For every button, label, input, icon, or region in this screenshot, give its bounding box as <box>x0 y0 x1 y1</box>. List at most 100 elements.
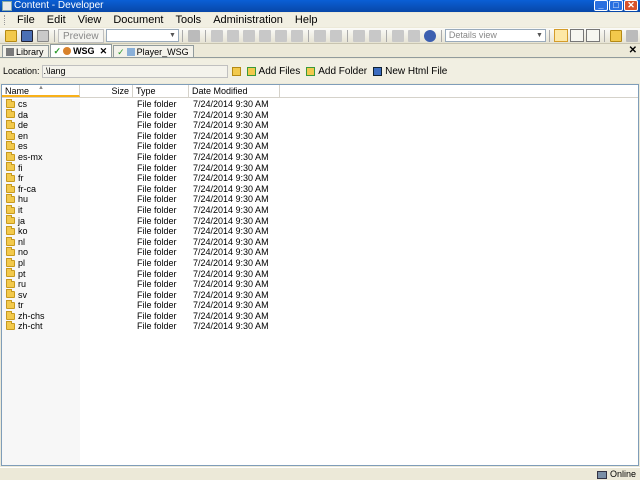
folder-icon <box>6 247 15 257</box>
file-name-cell[interactable]: da <box>2 109 80 121</box>
column-header-type[interactable]: Type <box>133 85 189 97</box>
app-icon[interactable] <box>2 1 12 11</box>
file-name-cell[interactable]: zh-chs <box>2 310 80 322</box>
tab-player-wsg[interactable]: ✓ Player_WSG <box>113 45 194 57</box>
column-header-date-modified[interactable]: Date Modified <box>189 85 280 97</box>
up-folder-icon[interactable] <box>610 29 622 42</box>
table-row[interactable]: cs File folder 7/24/2014 9:30 AM <box>2 98 638 110</box>
column-header-name[interactable]: ▲ Name <box>2 85 80 97</box>
close-all-tabs-icon[interactable]: ✕ <box>629 45 637 57</box>
table-row[interactable]: es File folder 7/24/2014 9:30 AM <box>2 141 638 152</box>
file-name-cell[interactable]: fr-ca <box>2 183 80 195</box>
menu-document[interactable]: Document <box>107 13 169 27</box>
tiles-view-icon[interactable] <box>586 29 600 42</box>
help-icon[interactable] <box>423 29 436 42</box>
table-row[interactable]: sv File folder 7/24/2014 9:30 AM <box>2 289 638 301</box>
file-name-cell[interactable]: ru <box>2 278 80 290</box>
tab-library[interactable]: Library <box>2 45 49 57</box>
add-files-button[interactable]: Add Files <box>246 66 300 77</box>
details-view-icon[interactable] <box>554 29 568 42</box>
cut-icon[interactable] <box>210 29 223 42</box>
table-row[interactable]: de File folder 7/24/2014 9:30 AM <box>2 119 638 131</box>
table-row[interactable]: no File folder 7/24/2014 9:30 AM <box>2 247 638 258</box>
table-row[interactable]: pl File folder 7/24/2014 9:30 AM <box>2 257 638 269</box>
menu-tools[interactable]: Tools <box>170 13 208 27</box>
table-row[interactable]: ja File folder 7/24/2014 9:30 AM <box>2 215 638 227</box>
file-name-cell[interactable]: ja <box>2 215 80 227</box>
table-row[interactable]: pt File folder 7/24/2014 9:30 AM <box>2 268 638 280</box>
add-folder-button[interactable]: Add Folder <box>306 66 367 77</box>
table-row[interactable]: en File folder 7/24/2014 9:30 AM <box>2 130 638 142</box>
file-name-cell[interactable]: de <box>2 119 80 131</box>
table-row[interactable]: fi File folder 7/24/2014 9:30 AM <box>2 162 638 174</box>
table-row[interactable]: tr File folder 7/24/2014 9:30 AM <box>2 300 638 311</box>
table-row[interactable]: da File folder 7/24/2014 9:30 AM <box>2 109 638 121</box>
location-input[interactable] <box>41 64 228 78</box>
table-row[interactable]: it File folder 7/24/2014 9:30 AM <box>2 204 638 216</box>
file-name-cell[interactable]: ko <box>2 225 80 237</box>
menu-grip[interactable] <box>4 15 7 25</box>
column-header-size[interactable]: Size <box>80 85 133 97</box>
table-row[interactable]: fr File folder 7/24/2014 9:30 AM <box>2 172 638 184</box>
file-name-cell[interactable]: zh-cht <box>2 321 80 332</box>
close-button[interactable]: ✕ <box>624 0 638 11</box>
file-name-cell[interactable]: pt <box>2 268 80 280</box>
list-view-icon[interactable] <box>570 29 584 42</box>
copy-icon[interactable] <box>226 29 239 42</box>
file-name-cell[interactable]: en <box>2 130 80 142</box>
new-html-file-button[interactable]: New Html File <box>373 66 447 77</box>
table-row[interactable]: ko File folder 7/24/2014 9:30 AM <box>2 225 638 237</box>
table-row[interactable]: fr-ca File folder 7/24/2014 9:30 AM <box>2 183 638 195</box>
table-row[interactable]: nl File folder 7/24/2014 9:30 AM <box>2 236 638 248</box>
file-name-cell[interactable]: it <box>2 204 80 216</box>
redo-icon[interactable] <box>329 29 342 42</box>
table-row[interactable]: zh-chs File folder 7/24/2014 9:30 AM <box>2 310 638 322</box>
spellcheck-icon[interactable] <box>391 29 404 42</box>
file-name-cell[interactable]: es <box>2 141 80 152</box>
preview-button[interactable]: Preview <box>58 28 104 43</box>
file-name-cell[interactable]: tr <box>2 300 80 311</box>
up-folder-button[interactable] <box>231 66 244 76</box>
table-row[interactable]: ru File folder 7/24/2014 9:30 AM <box>2 278 638 290</box>
preview-target-dropdown[interactable]: ▼ <box>105 29 179 42</box>
open-icon[interactable] <box>5 29 17 42</box>
find-icon[interactable] <box>274 29 287 42</box>
title-bar[interactable]: Content - Developer _ □ ✕ <box>0 0 640 12</box>
file-name-cell[interactable]: sv <box>2 289 80 301</box>
preview-icon[interactable] <box>187 29 200 42</box>
replace-icon[interactable] <box>407 29 420 42</box>
file-list[interactable]: ▲ Name Size Type Date Modified cs File fo… <box>1 84 639 466</box>
file-name-cell[interactable]: fi <box>2 162 80 174</box>
maximize-button[interactable]: □ <box>609 0 623 11</box>
file-name-cell[interactable]: hu <box>2 194 80 205</box>
delete-icon[interactable] <box>258 29 271 42</box>
close-tab-icon[interactable]: ✕ <box>100 45 108 57</box>
indent-icon[interactable] <box>352 29 365 42</box>
refresh-icon[interactable] <box>626 29 638 42</box>
undo-arrow-icon[interactable] <box>313 29 326 42</box>
outdent-icon[interactable] <box>368 29 381 42</box>
file-name-cell[interactable]: pl <box>2 257 80 269</box>
menu-help[interactable]: Help <box>289 13 324 27</box>
undo-icon[interactable] <box>290 29 303 42</box>
print-icon[interactable] <box>37 29 49 42</box>
file-name-cell[interactable]: fr <box>2 172 80 184</box>
table-row[interactable]: es-mx File folder 7/24/2014 9:30 AM <box>2 151 638 163</box>
file-name-cell[interactable]: nl <box>2 236 80 248</box>
file-size <box>80 141 133 152</box>
table-row[interactable]: hu File folder 7/24/2014 9:30 AM <box>2 194 638 205</box>
tab-wsg[interactable]: ✓ WSG ✕ <box>49 44 113 57</box>
menu-administration[interactable]: Administration <box>207 13 289 27</box>
view-mode-dropdown[interactable]: Details view ▼ <box>444 29 546 42</box>
menu-file[interactable]: File <box>11 13 41 27</box>
table-row[interactable]: zh-cht File folder 7/24/2014 9:30 AM <box>2 321 638 332</box>
minimize-button[interactable]: _ <box>594 0 608 11</box>
paste-icon[interactable] <box>242 29 255 42</box>
file-size <box>80 131 133 142</box>
file-name-cell[interactable]: no <box>2 247 80 258</box>
save-icon[interactable] <box>21 29 33 42</box>
menu-view[interactable]: View <box>72 13 108 27</box>
file-name-cell[interactable]: es-mx <box>2 151 80 163</box>
file-name-cell[interactable]: cs <box>2 98 80 110</box>
menu-edit[interactable]: Edit <box>41 13 72 27</box>
